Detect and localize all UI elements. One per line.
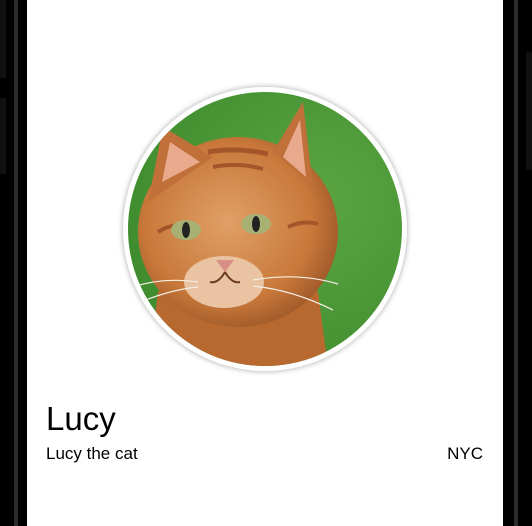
profile-name: Lucy [46, 400, 116, 437]
power-button [526, 52, 532, 170]
profile-location: NYC [447, 444, 483, 463]
phone-device: Lucy Lucy the cat NYC [0, 0, 532, 526]
avatar-ring [123, 87, 407, 371]
avatar[interactable] [128, 92, 402, 366]
silent-switch [0, 0, 6, 78]
frame-edge-right [514, 0, 518, 526]
profile-subtitle: Lucy the cat [46, 444, 138, 463]
volume-button [0, 98, 6, 174]
screen: Lucy Lucy the cat NYC [27, 0, 503, 526]
frame-edge-left [14, 0, 18, 526]
